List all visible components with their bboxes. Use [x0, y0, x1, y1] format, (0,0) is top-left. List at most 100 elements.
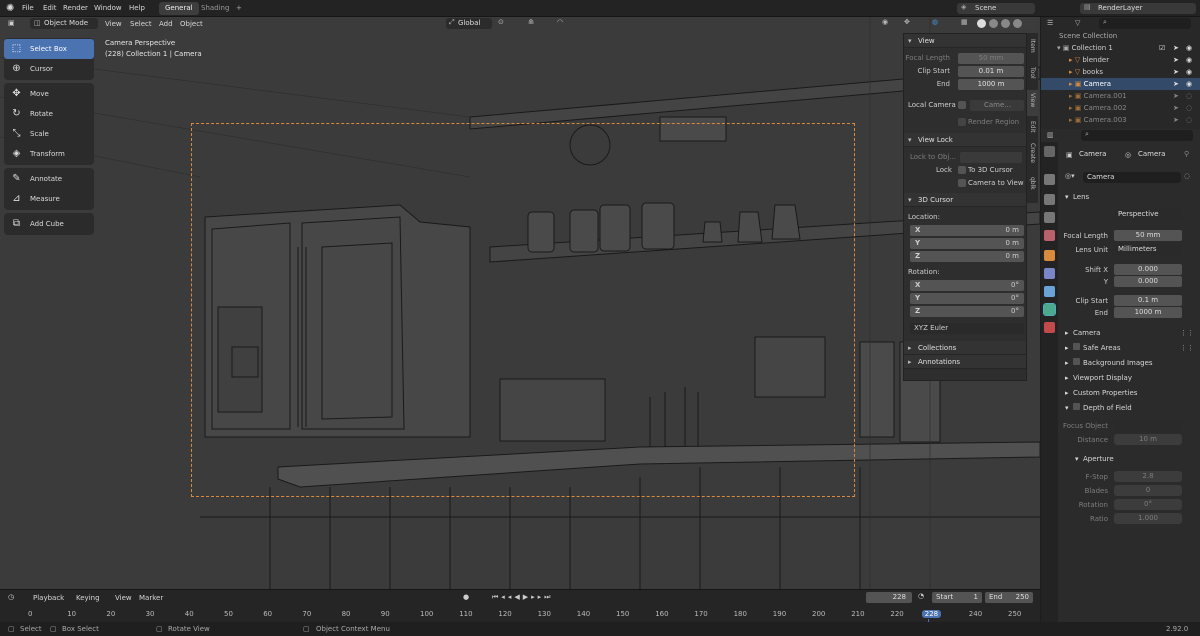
clip-end-field[interactable]: 1000 m: [1114, 307, 1182, 318]
clip-start-field[interactable]: 0.01 m: [958, 66, 1024, 77]
select-icon[interactable]: ➤: [1173, 102, 1179, 114]
solid-shading-icon[interactable]: [989, 19, 998, 28]
eye-closed-icon[interactable]: ◌: [1186, 102, 1192, 114]
checkbox-icon[interactable]: ☑: [1159, 42, 1165, 54]
outliner-editor-icon[interactable]: ☰: [1047, 19, 1053, 27]
outliner-row-books[interactable]: ▸ ▽ books ➤ ◉: [1041, 66, 1200, 78]
outliner-row-collection-1[interactable]: ▾ ▣ Collection 1 ☑ ➤ ◉: [1041, 42, 1200, 54]
view-panel-header[interactable]: View: [904, 34, 1026, 48]
tool-measure[interactable]: ⊿ Measure: [4, 189, 94, 209]
to-3d-cursor-checkbox[interactable]: [958, 166, 966, 174]
tab-general[interactable]: General: [159, 2, 199, 15]
object-tab-icon[interactable]: [1044, 268, 1055, 279]
visibility-icon[interactable]: ◉: [882, 18, 888, 26]
focal-length-field[interactable]: 50 mm: [1114, 230, 1182, 241]
xray-icon[interactable]: ▦: [961, 18, 968, 26]
viewport-display-panel-header[interactable]: ▸ Viewport Display: [1063, 371, 1194, 385]
depth-of-field-checkbox[interactable]: [1073, 403, 1080, 410]
annotations-panel-header[interactable]: Annotations: [904, 355, 1026, 369]
eye-icon[interactable]: ◉: [1186, 78, 1192, 90]
shift-y-field[interactable]: 0.000: [1114, 276, 1182, 287]
camera-to-view-checkbox[interactable]: [958, 179, 966, 187]
background-images-panel-header[interactable]: ▸ Background Images: [1063, 356, 1194, 370]
lens-type-dropdown[interactable]: Perspective: [1114, 209, 1182, 220]
render-region-checkbox[interactable]: [958, 118, 966, 126]
blender-logo-icon[interactable]: ✺: [6, 3, 14, 14]
frame-ruler[interactable]: 0 10 20 30 40 50 60 70 80 90 100 110 120 130 140 150 160…: [0, 590, 1040, 623]
local-camera-checkbox[interactable]: [958, 101, 966, 109]
custom-properties-panel-header[interactable]: ▸ Custom Properties: [1063, 386, 1194, 400]
ratio-field[interactable]: 1.000: [1114, 513, 1182, 524]
tool-cursor[interactable]: ⊕ Cursor: [4, 59, 94, 79]
editor-type-icon[interactable]: ▣: [8, 19, 15, 27]
rotation-mode-dropdown[interactable]: XYZ Euler: [910, 323, 1024, 334]
blades-field[interactable]: 0: [1114, 485, 1182, 496]
datablock-name-field[interactable]: Camera: [1083, 172, 1181, 183]
outliner-row-camera-002[interactable]: ▸ ▣ Camera.002 ➤ ◌: [1041, 102, 1200, 114]
scene-selector[interactable]: Scene: [957, 3, 1035, 14]
camera-data-tab-icon[interactable]: [1043, 303, 1056, 316]
cursor-location-x[interactable]: X 0 m: [910, 225, 1024, 236]
select-icon[interactable]: ➤: [1173, 78, 1179, 90]
properties-editor-icon[interactable]: ▥: [1047, 131, 1054, 139]
render-tab-icon[interactable]: [1044, 174, 1055, 185]
rendered-shading-icon[interactable]: [1013, 19, 1022, 28]
datablock-browse-icon[interactable]: ◎▾: [1065, 172, 1075, 180]
snap-icon[interactable]: ⋒: [528, 18, 534, 26]
drag-handle-icon[interactable]: ⋮⋮: [1180, 326, 1194, 340]
eye-icon[interactable]: ◉: [1186, 54, 1192, 66]
tool-move[interactable]: ✥ Move: [4, 84, 94, 104]
lock-to-object-field[interactable]: [960, 152, 1022, 163]
lens-panel-header[interactable]: ▾ Lens: [1063, 190, 1194, 204]
pivot-icon[interactable]: ⊙: [498, 18, 504, 26]
safe-areas-checkbox[interactable]: [1073, 343, 1080, 350]
camera-panel-header[interactable]: ▸ Camera ⋮⋮: [1063, 326, 1194, 340]
menu-file[interactable]: File: [22, 3, 34, 14]
texture-tab-icon[interactable]: [1044, 322, 1055, 333]
view-layer-tab-icon[interactable]: [1044, 212, 1055, 223]
properties-search-input[interactable]: [1081, 130, 1193, 141]
fstop-field[interactable]: 2.8: [1114, 471, 1182, 482]
drag-handle-icon[interactable]: ⋮⋮: [1180, 341, 1194, 355]
overlays-icon[interactable]: ◍: [932, 18, 938, 26]
gizmo-icon[interactable]: ✥: [904, 18, 910, 26]
tool-add-cube[interactable]: ⧉ Add Cube: [4, 214, 94, 234]
tool-tab-icon[interactable]: [1044, 146, 1055, 157]
eye-icon[interactable]: ◉: [1186, 66, 1192, 78]
cursor-rotation-x[interactable]: X 0°: [910, 280, 1024, 291]
menu-render[interactable]: Render: [63, 3, 88, 14]
3d-cursor-header[interactable]: 3D Cursor: [904, 193, 1026, 207]
menu-edit[interactable]: Edit: [43, 3, 57, 14]
proportional-edit-icon[interactable]: ◠: [557, 18, 563, 26]
tool-annotate[interactable]: ✎ Annotate: [4, 169, 94, 189]
eye-icon[interactable]: ◉: [1186, 42, 1192, 54]
outliner-row-camera-003[interactable]: ▸ ▣ Camera.003 ➤ ◌: [1041, 114, 1200, 126]
wireframe-shading-icon[interactable]: [977, 19, 986, 28]
tool-scale[interactable]: ⤡ Scale: [4, 124, 94, 144]
focal-length-field[interactable]: 50 mm: [958, 53, 1024, 64]
lens-unit-dropdown[interactable]: Millimeters: [1114, 244, 1182, 255]
world-tab-icon[interactable]: [1044, 250, 1055, 261]
background-images-checkbox[interactable]: [1073, 358, 1080, 365]
output-tab-icon[interactable]: [1044, 194, 1055, 205]
tool-transform[interactable]: ◈ Transform: [4, 144, 94, 164]
outliner-row-camera-001[interactable]: ▸ ▣ Camera.001 ➤ ◌: [1041, 90, 1200, 102]
select-icon[interactable]: ➤: [1173, 54, 1179, 66]
shift-x-field[interactable]: 0.000: [1114, 264, 1182, 275]
menu-object[interactable]: Object: [180, 19, 203, 30]
view-layer-selector[interactable]: RenderLayer: [1080, 3, 1196, 14]
tool-select-box[interactable]: ⬚ Select Box: [4, 39, 94, 59]
outliner-search-input[interactable]: [1099, 18, 1191, 29]
cursor-rotation-z[interactable]: Z 0°: [910, 306, 1024, 317]
outliner-row-blender[interactable]: ▸ ▽ blender ➤ ◉: [1041, 54, 1200, 66]
collections-panel-header[interactable]: Collections: [904, 341, 1026, 355]
filter-icon[interactable]: ▽: [1075, 19, 1080, 27]
menu-add[interactable]: Add: [159, 19, 173, 30]
scene-tab-icon[interactable]: [1044, 230, 1055, 241]
constraints-tab-icon[interactable]: [1044, 286, 1055, 297]
fake-user-icon[interactable]: ◌: [1184, 172, 1190, 180]
pin-icon[interactable]: ⚲: [1184, 150, 1189, 158]
outliner-row-scene-collection[interactable]: Scene Collection: [1041, 30, 1200, 42]
aperture-rotation-field[interactable]: 0°: [1114, 499, 1182, 510]
material-shading-icon[interactable]: [1001, 19, 1010, 28]
